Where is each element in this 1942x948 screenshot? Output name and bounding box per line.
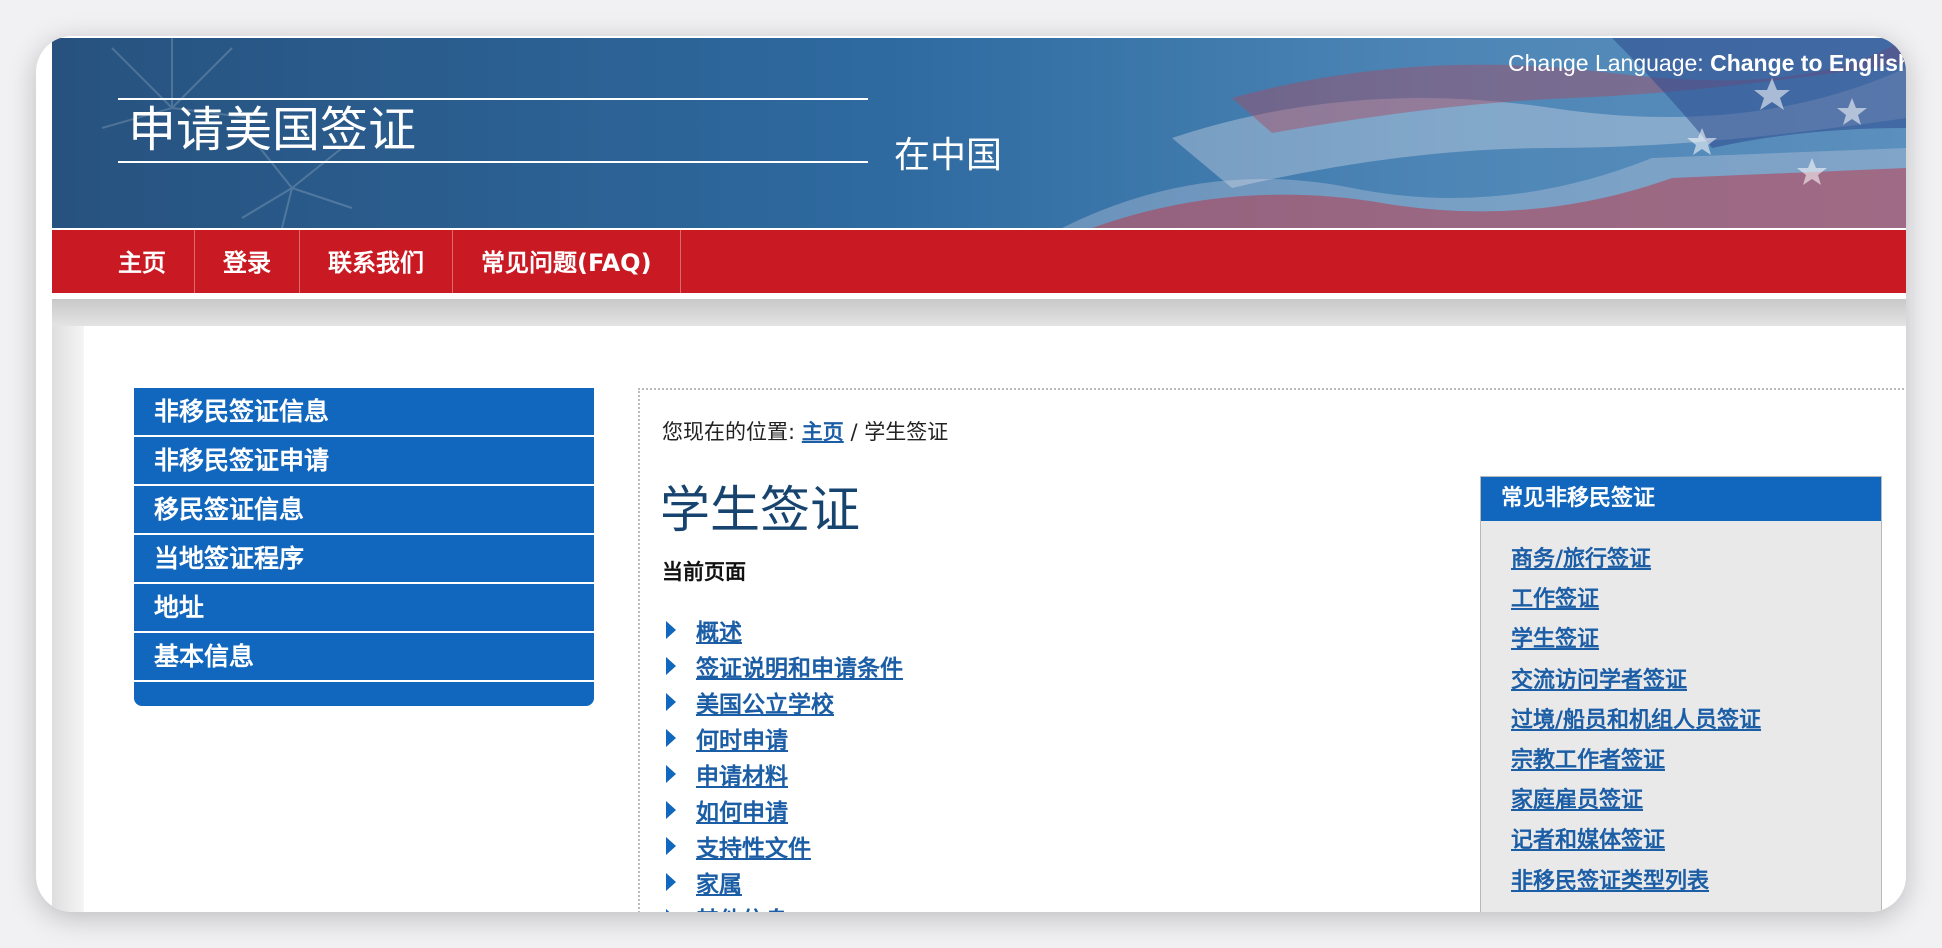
link-dependents[interactable]: 家属 [696,865,742,899]
breadcrumb-current: 学生签证 [864,420,949,444]
breadcrumb-prefix: 您现在的位置: [662,420,796,444]
left-gutter [52,326,84,912]
faq-link-religious-worker[interactable]: 宗教工作者签证 [1511,742,1665,774]
current-page-label: 当前页面 [662,560,746,584]
list-item: 签证说明和申请条件 [662,648,903,684]
faq-link-business-travel[interactable]: 商务/旅行签证 [1511,541,1651,573]
link-eligibility[interactable]: 签证说明和申请条件 [696,649,903,683]
change-language-link[interactable]: Change to English [1710,50,1906,76]
list-item: 非移民签证类型列表 [1511,859,1881,899]
list-item: 申请材料 [662,756,903,792]
link-how-to-apply[interactable]: 如何申请 [696,793,788,827]
list-item: 何时申请 [662,720,903,756]
arrow-right-icon [666,621,676,639]
list-item: 家属 [662,864,903,900]
list-item: 工作签证 [1511,577,1881,617]
common-visas-box: 常见非移民签证 商务/旅行签证 工作签证 学生签证 交流访问学者签证 过境/船员… [1480,476,1882,912]
link-materials[interactable]: 申请材料 [696,757,788,791]
link-other-info[interactable]: 其他信息 [696,901,788,912]
faq-link-exchange-visitor[interactable]: 交流访问学者签证 [1511,662,1687,694]
faq-link-domestic-employee[interactable]: 家庭雇员签证 [1511,782,1643,814]
site-title: 申请美国签证 [118,98,868,163]
list-item: 其他信息 [662,900,903,912]
nav-item-faq[interactable]: 常见问题(FAQ) [453,230,681,293]
sidebar-item-nonimmigrant-apply[interactable]: 非移民签证申请 [134,437,594,486]
arrow-right-icon [666,909,676,912]
browser-window: 申请美国签证 在中国 Change Language: Change to En… [36,36,1906,912]
breadcrumb-separator: / [850,420,858,444]
sidebar-item-immigrant-info[interactable]: 移民签证信息 [134,486,594,535]
arrow-right-icon [666,837,676,855]
header-divider-strip [52,299,1906,329]
sidebar-nav: 非移民签证信息 非移民签证申请 移民签证信息 当地签证程序 地址 基本信息 [134,388,594,706]
faq-link-student[interactable]: 学生签证 [1511,621,1599,653]
nav-item-login[interactable]: 登录 [195,230,300,293]
sidebar-item-local-procedures[interactable]: 当地签证程序 [134,535,594,584]
section-links: 概述 签证说明和申请条件 美国公立学校 何时申请 申请材料 如何申请 支持性文件… [662,612,903,912]
main-navbar: 主页 登录 联系我们 常见问题(FAQ) [52,230,1906,296]
list-item: 商务/旅行签证 [1511,537,1881,577]
header-banner: 申请美国签证 在中国 Change Language: Change to En… [52,38,1906,228]
sidebar-item-address[interactable]: 地址 [134,584,594,633]
list-item: 宗教工作者签证 [1511,738,1881,778]
link-supporting-documents[interactable]: 支持性文件 [696,829,811,863]
list-item: 如何申请 [662,792,903,828]
visa-site: 申请美国签证 在中国 Change Language: Change to En… [52,38,1906,912]
arrow-right-icon [666,693,676,711]
language-label: Change Language: [1508,50,1704,76]
nav-item-contact[interactable]: 联系我们 [300,230,453,293]
site-subtitle: 在中国 [894,135,1003,176]
faq-link-media[interactable]: 记者和媒体签证 [1511,822,1665,854]
breadcrumb: 您现在的位置: 主页 / 学生签证 [662,416,948,446]
list-item: 过境/船员和机组人员签证 [1511,698,1881,738]
link-when-to-apply[interactable]: 何时申请 [696,721,788,755]
list-item: 学生签证 [1511,617,1881,657]
list-item: 记者和媒体签证 [1511,818,1881,858]
sidebar-item-nonimmigrant-info[interactable]: 非移民签证信息 [134,388,594,437]
link-public-schools[interactable]: 美国公立学校 [696,685,834,719]
list-item: 美国公立学校 [662,684,903,720]
common-visas-title: 常见非移民签证 [1481,477,1881,521]
breadcrumb-home-link[interactable]: 主页 [802,420,844,444]
sidebar-item-basic-info[interactable]: 基本信息 [134,633,594,682]
link-overview[interactable]: 概述 [696,613,742,647]
language-switcher: Change Language: Change to English [1508,50,1906,77]
faq-link-transit-crew[interactable]: 过境/船员和机组人员签证 [1511,702,1761,734]
list-item: 交流访问学者签证 [1511,658,1881,698]
arrow-right-icon [666,765,676,783]
faq-link-visa-types-list[interactable]: 非移民签证类型列表 [1511,863,1709,895]
page-title: 学生签证 [660,481,860,539]
list-item: 家庭雇员签证 [1511,778,1881,818]
arrow-right-icon [666,873,676,891]
arrow-right-icon [666,657,676,675]
faq-link-work[interactable]: 工作签证 [1511,581,1599,613]
arrow-right-icon [666,801,676,819]
nav-item-home[interactable]: 主页 [90,230,195,293]
arrow-right-icon [666,729,676,747]
list-item: 支持性文件 [662,828,903,864]
list-item: 概述 [662,612,903,648]
